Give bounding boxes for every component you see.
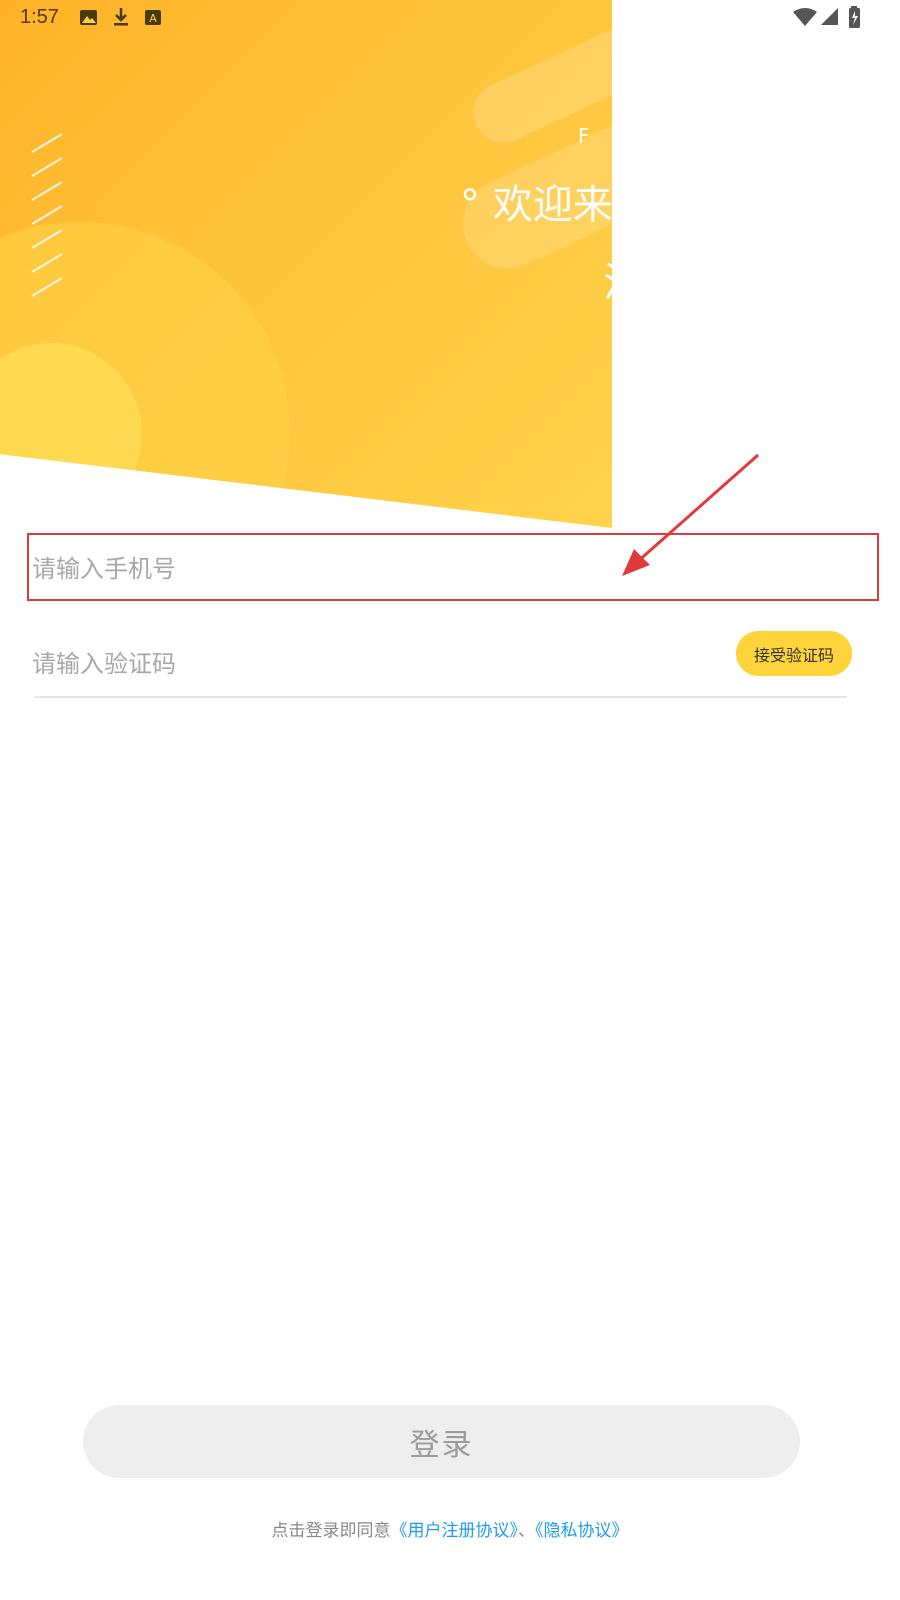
svg-text:A: A xyxy=(149,12,157,25)
hero-subtitle: F A xyxy=(578,124,612,148)
highlight-box xyxy=(27,533,879,601)
agreement-prefix: 点击登录即同意 xyxy=(271,1521,391,1541)
hero-title: ° 欢迎来到 xyxy=(460,182,612,228)
hero-title-line2: 注 xyxy=(603,250,612,308)
login-button[interactable]: 登录 xyxy=(83,1405,800,1478)
battery-icon xyxy=(849,6,860,28)
header-banner: F A ° 欢迎来到 注 xyxy=(0,0,612,528)
image-icon xyxy=(80,10,97,25)
verification-code-input[interactable] xyxy=(30,643,714,685)
privacy-policy-link[interactable]: 《隐私协议》 xyxy=(535,1521,629,1541)
code-input-divider xyxy=(34,696,847,698)
agreement-separator: 、 xyxy=(518,1521,535,1541)
agreement-text: 点击登录即同意《用户注册协议》、《隐私协议》 xyxy=(0,1516,900,1541)
get-code-button[interactable]: 接受验证码 xyxy=(736,631,852,676)
signal-icon xyxy=(821,8,838,25)
wifi-icon xyxy=(793,8,817,26)
status-time: 1:57 xyxy=(20,6,59,28)
user-agreement-link[interactable]: 《用户注册协议》 xyxy=(391,1521,519,1541)
text-a-icon: A xyxy=(145,10,161,25)
stripes-decoration xyxy=(31,133,63,297)
download-icon xyxy=(114,8,128,26)
